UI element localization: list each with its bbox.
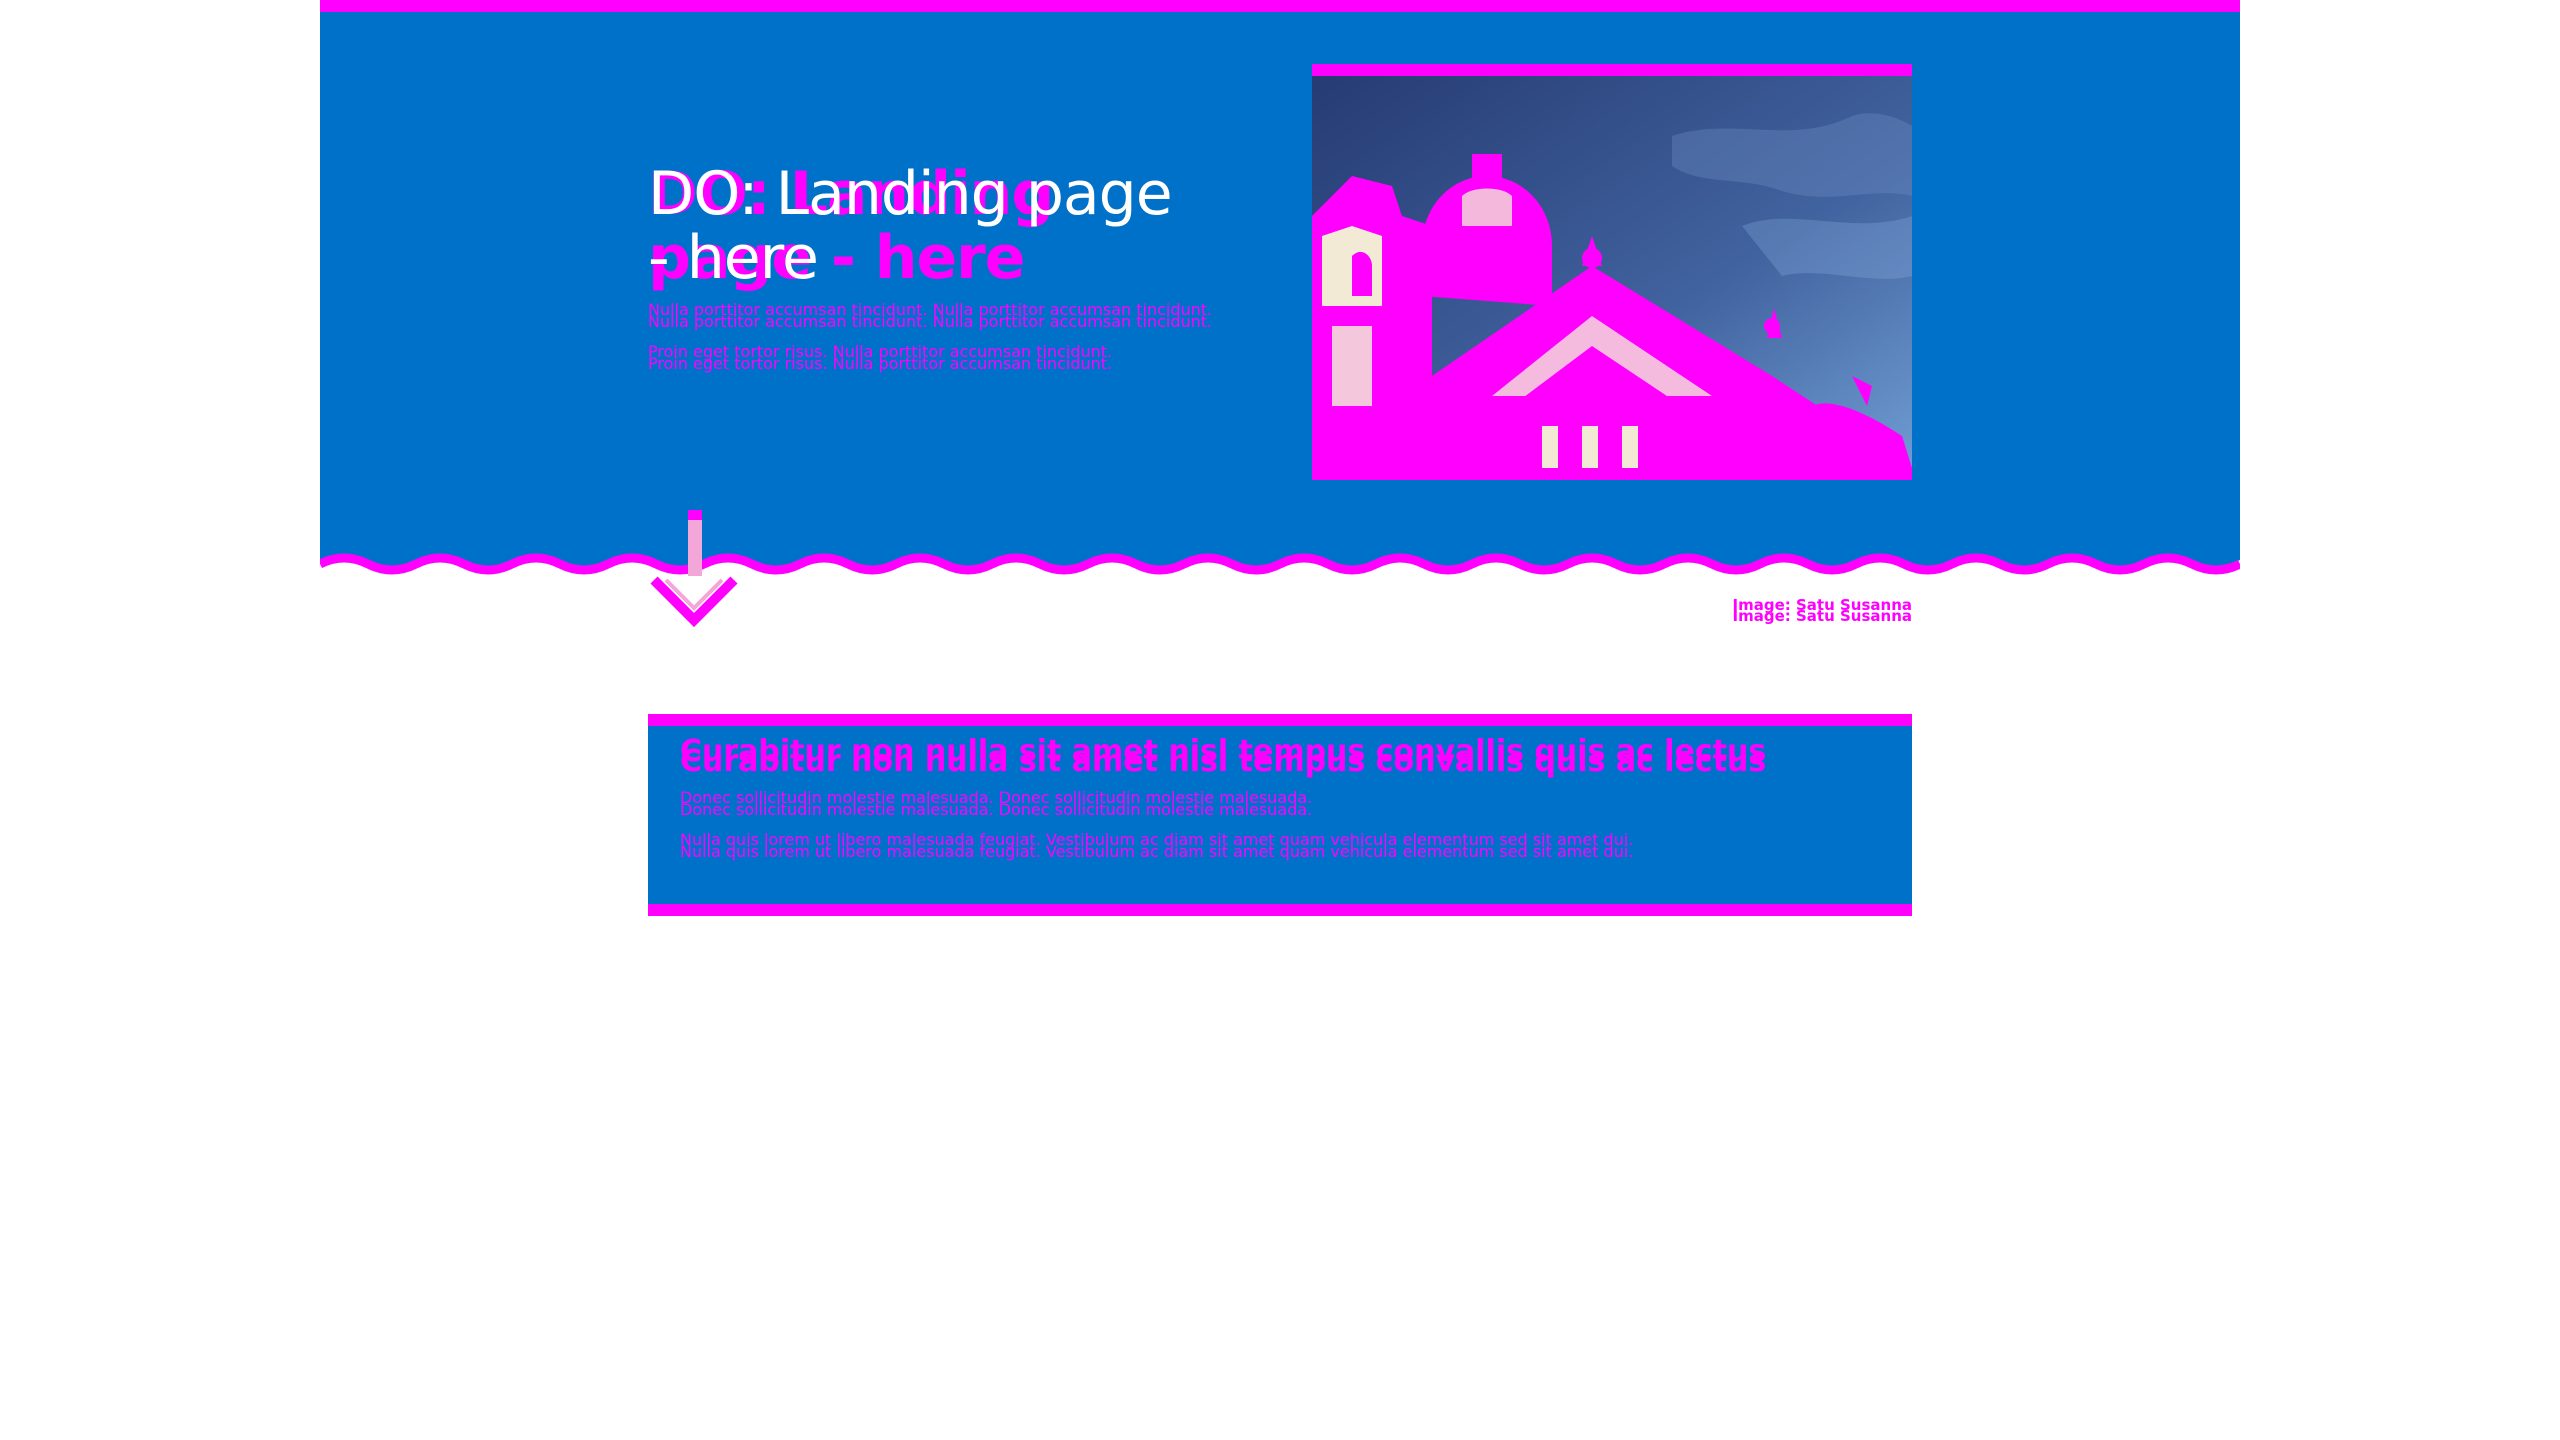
info-box: Curabitur non nulla sit amet nisl tempus… [648, 714, 1912, 916]
info-paragraph-2: Nulla quis lorem ut libero malesuada feu… [680, 832, 1880, 861]
info-text-1-shadow: Donec sollicitudin molestie malesuada. D… [680, 800, 1313, 819]
info-title: Curabitur non nulla sit amet nisl tempus… [680, 737, 1880, 777]
wave-divider [320, 548, 2240, 575]
building-image-svg [1312, 76, 1912, 468]
info-title-text: Curabitur non nulla sit amet nisl tempus… [680, 744, 1767, 779]
hero-title: DO: Landing page - here DO: Landing page… [648, 162, 1208, 290]
hero-image [1312, 64, 1912, 480]
image-credit: Image: Satu Susanna Image: Satu Susanna [1732, 598, 1912, 625]
arrow-down-icon[interactable] [648, 510, 740, 634]
hero-lead: Nulla porttitor accumsan tincidunt. Null… [648, 302, 1213, 373]
info-body: Donec sollicitudin molestie malesuada. D… [680, 790, 1880, 861]
image-credit-text-shadow: Image: Satu Susanna [1732, 607, 1912, 625]
page: DO: Landing page - here DO: Landing page… [320, 0, 2240, 1440]
hero-section: DO: Landing page - here DO: Landing page… [320, 0, 2240, 560]
hero-lead-1-shadow: Nulla porttitor accumsan tincidunt. Null… [648, 312, 1213, 331]
info-text-2-shadow: Nulla quis lorem ut libero malesuada feu… [680, 842, 1634, 861]
hero-lead-2-shadow: Proin eget tortor risus. Nulla porttitor… [648, 354, 1113, 373]
hero-text: DO: Landing page - here DO: Landing page… [648, 162, 1213, 388]
hero-lead-paragraph-2: Proin eget tortor risus. Nulla porttitor… [648, 344, 1208, 373]
info-paragraph-1: Donec sollicitudin molestie malesuada. D… [680, 790, 1880, 819]
hero-lead-paragraph-1: Nulla porttitor accumsan tincidunt. Null… [648, 302, 1213, 331]
